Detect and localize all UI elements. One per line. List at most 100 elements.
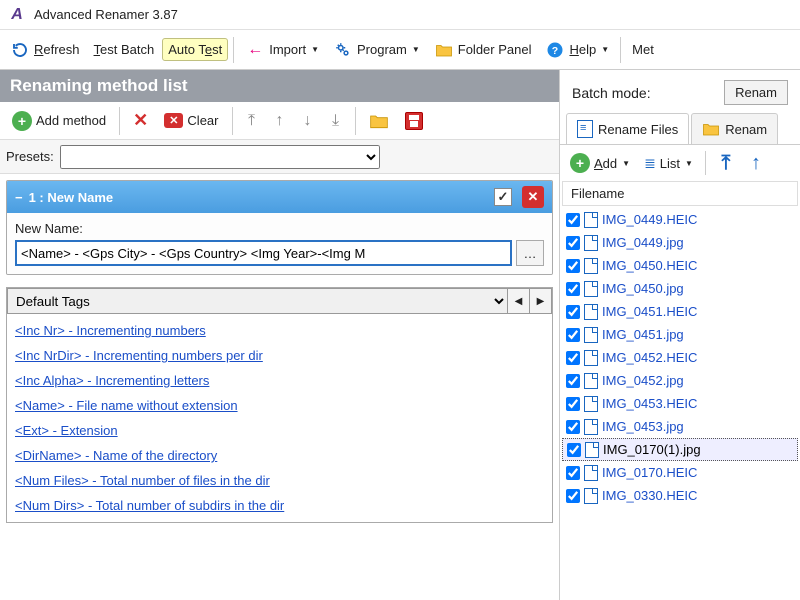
add-files-button[interactable]: + Add ▼ xyxy=(566,151,634,175)
file-name[interactable]: IMG_0452.jpg xyxy=(602,373,684,388)
plus-icon: + xyxy=(12,111,32,131)
file-checkbox[interactable] xyxy=(566,236,580,250)
arrow-top-icon: ⤒ xyxy=(722,152,731,175)
tags-category-select[interactable]: Default Tags xyxy=(7,288,508,314)
file-name[interactable]: IMG_0452.HEIC xyxy=(602,350,697,365)
file-name[interactable]: IMG_0449.HEIC xyxy=(602,212,697,227)
new-name-input[interactable] xyxy=(15,240,512,266)
tags-list: <Inc Nr> - Incrementing numbers<Inc NrDi… xyxy=(7,314,552,522)
file-name[interactable]: IMG_0449.jpg xyxy=(602,235,684,250)
tags-prev-button[interactable]: ◀ xyxy=(508,288,530,314)
tag-link[interactable]: <Num Dirs> - Total number of subdirs in … xyxy=(15,493,544,518)
move-down-button[interactable]: ↓ xyxy=(296,109,320,133)
met-label: Met xyxy=(632,42,654,57)
tab-rename-folders[interactable]: Renam xyxy=(691,113,778,144)
file-checkbox[interactable] xyxy=(566,420,580,434)
filename-column-header[interactable]: Filename xyxy=(562,181,798,206)
test-batch-button[interactable]: Test Batch xyxy=(88,38,161,61)
batch-mode-row: Batch mode: Renam xyxy=(560,70,800,113)
refresh-button[interactable]: Refresh xyxy=(4,36,86,64)
arrow-up-icon: ↑ xyxy=(276,112,284,130)
file-row[interactable]: IMG_0330.HEIC xyxy=(562,484,798,507)
file-name[interactable]: IMG_0450.jpg xyxy=(602,281,684,296)
move-up-button[interactable]: ↑ xyxy=(268,109,292,133)
tag-link[interactable]: <Inc NrDir> - Incrementing numbers per d… xyxy=(15,343,544,368)
clear-button[interactable]: ✕ Clear xyxy=(158,109,224,132)
file-checkbox[interactable] xyxy=(566,213,580,227)
move-top-button[interactable]: ⤒ xyxy=(240,109,264,133)
plus-icon: + xyxy=(570,153,590,173)
file-name[interactable]: IMG_0450.HEIC xyxy=(602,258,697,273)
file-name[interactable]: IMG_0451.HEIC xyxy=(602,304,697,319)
refresh-label: Refresh xyxy=(34,42,80,57)
file-icon xyxy=(584,396,598,412)
file-icon xyxy=(584,235,598,251)
file-row[interactable]: IMG_0450.HEIC xyxy=(562,254,798,277)
move-file-up-button[interactable]: ↑ xyxy=(744,151,768,175)
file-name[interactable]: IMG_0170.HEIC xyxy=(602,465,697,480)
file-row[interactable]: IMG_0453.HEIC xyxy=(562,392,798,415)
auto-test-label: Auto Test xyxy=(168,42,222,57)
file-row[interactable]: IMG_0449.HEIC xyxy=(562,208,798,231)
file-checkbox[interactable] xyxy=(566,466,580,480)
tag-link[interactable]: <Ext> - Extension xyxy=(15,418,544,443)
tab-rename-files[interactable]: Rename Files xyxy=(566,113,689,144)
auto-test-button[interactable]: Auto Test xyxy=(162,38,228,61)
file-checkbox[interactable] xyxy=(566,397,580,411)
arrow-up-icon: ↑ xyxy=(751,152,761,175)
file-row[interactable]: IMG_0452.jpg xyxy=(562,369,798,392)
met-button[interactable]: Met xyxy=(626,38,660,61)
file-row[interactable]: IMG_0451.HEIC xyxy=(562,300,798,323)
file-icon xyxy=(584,212,598,228)
help-button[interactable]: ? Help ▼ xyxy=(539,36,615,64)
file-name[interactable]: IMG_0453.jpg xyxy=(602,419,684,434)
method-title-bar[interactable]: − 1 : New Name ✓ ✕ xyxy=(7,181,552,213)
file-checkbox[interactable] xyxy=(566,328,580,342)
file-icon xyxy=(584,419,598,435)
presets-select[interactable] xyxy=(60,145,380,169)
batch-mode-label: Batch mode: xyxy=(572,85,651,101)
file-name[interactable]: IMG_0170(1).jpg xyxy=(603,442,701,457)
method-enabled-checkbox[interactable]: ✓ xyxy=(494,188,512,206)
file-row[interactable]: IMG_0170.HEIC xyxy=(562,461,798,484)
program-button[interactable]: Program ▼ xyxy=(327,36,426,64)
tag-link[interactable]: <DirName> - Name of the directory xyxy=(15,443,544,468)
file-checkbox[interactable] xyxy=(566,489,580,503)
file-checkbox[interactable] xyxy=(566,305,580,319)
method-close-button[interactable]: ✕ xyxy=(522,186,544,208)
file-row[interactable]: IMG_0453.jpg xyxy=(562,415,798,438)
save-button[interactable] xyxy=(399,108,429,134)
add-method-button[interactable]: + Add method xyxy=(6,107,112,135)
new-name-more-button[interactable]: … xyxy=(516,240,544,266)
file-tabs: Rename Files Renam xyxy=(560,113,800,145)
import-button[interactable]: ← Import ▼ xyxy=(239,36,325,64)
file-name[interactable]: IMG_0453.HEIC xyxy=(602,396,697,411)
tag-link[interactable]: <Name> - File name without extension xyxy=(15,393,544,418)
move-file-top-button[interactable]: ⤒ xyxy=(714,151,738,175)
delete-method-button[interactable]: ✕ xyxy=(127,106,154,135)
file-checkbox[interactable] xyxy=(566,259,580,273)
file-row[interactable]: IMG_0450.jpg xyxy=(562,277,798,300)
file-row[interactable]: IMG_0452.HEIC xyxy=(562,346,798,369)
file-row[interactable]: IMG_0449.jpg xyxy=(562,231,798,254)
tag-link[interactable]: <Inc Nr> - Incrementing numbers xyxy=(15,318,544,343)
file-checkbox[interactable] xyxy=(566,282,580,296)
batch-mode-select[interactable]: Renam xyxy=(724,80,788,105)
tag-link[interactable]: <Inc Alpha> - Incrementing letters xyxy=(15,368,544,393)
file-row[interactable]: IMG_0451.jpg xyxy=(562,323,798,346)
list-button[interactable]: ≣ List ▼ xyxy=(640,153,697,174)
move-bottom-button[interactable]: ⤓ xyxy=(324,109,348,133)
file-checkbox[interactable] xyxy=(567,443,581,457)
renaming-method-header: Renaming method list xyxy=(0,70,559,102)
file-icon xyxy=(577,120,593,138)
tags-next-button[interactable]: ▶ xyxy=(530,288,552,314)
main-toolbar: Refresh Test Batch Auto Test ← Import ▼ … xyxy=(0,30,800,70)
file-checkbox[interactable] xyxy=(566,351,580,365)
file-row[interactable]: IMG_0170(1).jpg xyxy=(562,438,798,461)
tag-link[interactable]: <Num Files> - Total number of files in t… xyxy=(15,468,544,493)
file-name[interactable]: IMG_0330.HEIC xyxy=(602,488,697,503)
file-checkbox[interactable] xyxy=(566,374,580,388)
file-name[interactable]: IMG_0451.jpg xyxy=(602,327,684,342)
open-folder-button[interactable] xyxy=(363,108,395,134)
folder-panel-button[interactable]: Folder Panel xyxy=(428,36,538,64)
